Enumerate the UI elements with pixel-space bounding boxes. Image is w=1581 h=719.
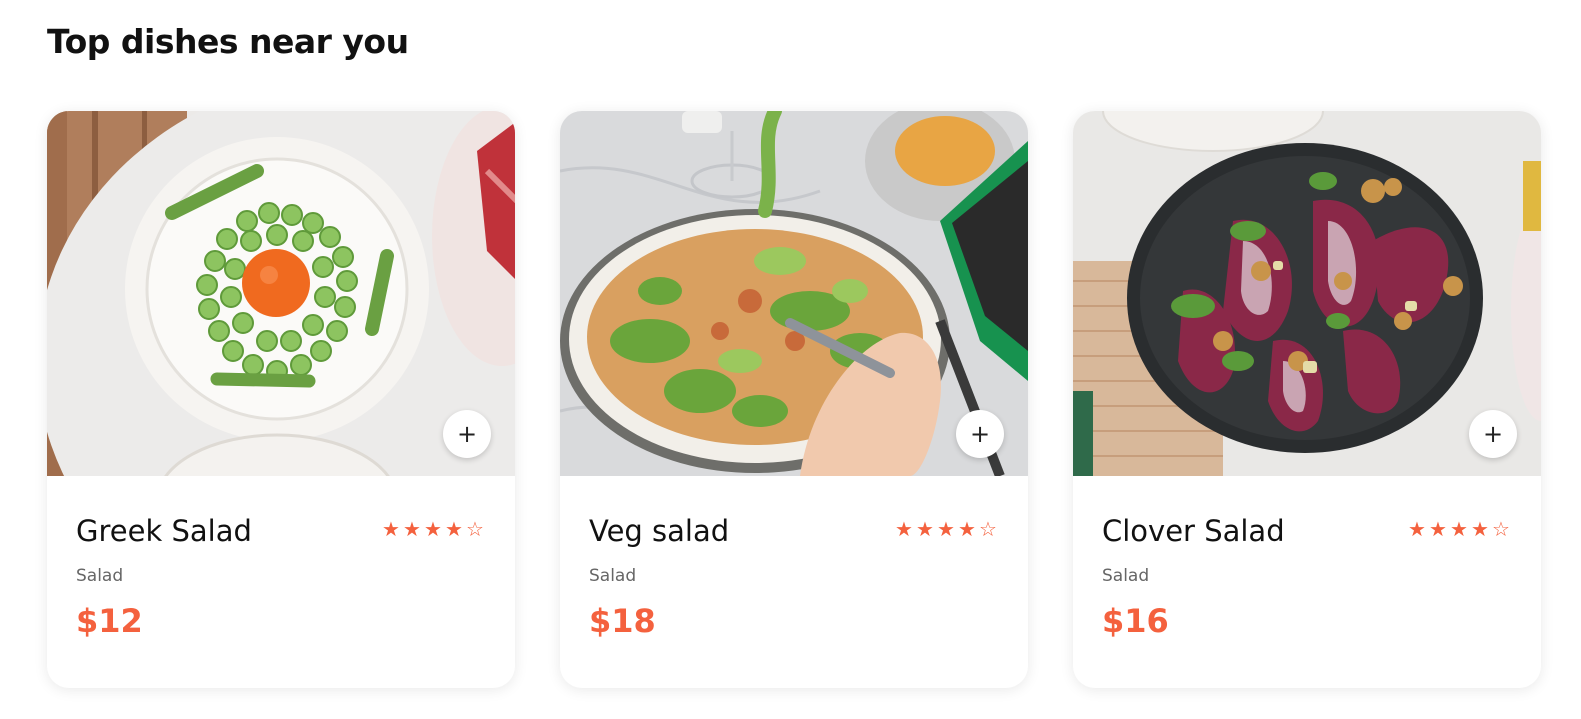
star-rating: ★ ★ ★ ★ ☆	[381, 519, 485, 539]
dish-card[interactable]: + Veg salad ★ ★ ★ ★ ☆ Salad $18	[560, 111, 1028, 688]
star-filled-icon: ★	[424, 517, 442, 541]
star-filled-icon: ★	[445, 517, 463, 541]
add-to-cart-button[interactable]: +	[443, 410, 491, 458]
star-filled-icon: ★	[1429, 517, 1447, 541]
dish-category: Salad	[1102, 566, 1150, 586]
dish-price: $18	[589, 602, 656, 640]
dish-photo: +	[1073, 111, 1541, 476]
add-to-cart-button[interactable]: +	[956, 410, 1004, 458]
dish-info: Veg salad ★ ★ ★ ★ ☆ Salad $18	[560, 476, 1028, 688]
plus-icon: +	[456, 420, 478, 448]
dish-category: Salad	[76, 566, 124, 586]
dish-name: Veg salad	[589, 514, 730, 548]
star-empty-icon: ☆	[466, 517, 484, 541]
star-filled-icon: ★	[1450, 517, 1468, 541]
star-filled-icon: ★	[958, 517, 976, 541]
star-rating: ★ ★ ★ ★ ☆	[1407, 519, 1511, 539]
dish-photo: +	[560, 111, 1028, 476]
star-empty-icon: ☆	[979, 517, 997, 541]
star-filled-icon: ★	[916, 517, 934, 541]
star-filled-icon: ★	[403, 517, 421, 541]
add-to-cart-button[interactable]: +	[1469, 410, 1517, 458]
dish-card-list: + Greek Salad ★ ★ ★ ★ ☆ Salad $12 + Veg …	[47, 111, 1541, 688]
star-filled-icon: ★	[937, 517, 955, 541]
dish-info: Greek Salad ★ ★ ★ ★ ☆ Salad $12	[47, 476, 515, 688]
dish-photo: +	[47, 111, 515, 476]
section-title: Top dishes near you	[47, 22, 409, 61]
plus-icon: +	[969, 420, 991, 448]
star-rating: ★ ★ ★ ★ ☆	[894, 519, 998, 539]
star-empty-icon: ☆	[1492, 517, 1510, 541]
dish-name: Greek Salad	[76, 514, 252, 548]
dish-name: Clover Salad	[1102, 514, 1285, 548]
dish-info: Clover Salad ★ ★ ★ ★ ☆ Salad $16	[1073, 476, 1541, 688]
dish-card[interactable]: + Clover Salad ★ ★ ★ ★ ☆ Salad $16	[1073, 111, 1541, 688]
star-filled-icon: ★	[1471, 517, 1489, 541]
dish-card[interactable]: + Greek Salad ★ ★ ★ ★ ☆ Salad $12	[47, 111, 515, 688]
star-filled-icon: ★	[1408, 517, 1426, 541]
star-filled-icon: ★	[895, 517, 913, 541]
dish-category: Salad	[589, 566, 637, 586]
star-filled-icon: ★	[382, 517, 400, 541]
dish-price: $16	[1102, 602, 1169, 640]
plus-icon: +	[1482, 420, 1504, 448]
dish-price: $12	[76, 602, 143, 640]
